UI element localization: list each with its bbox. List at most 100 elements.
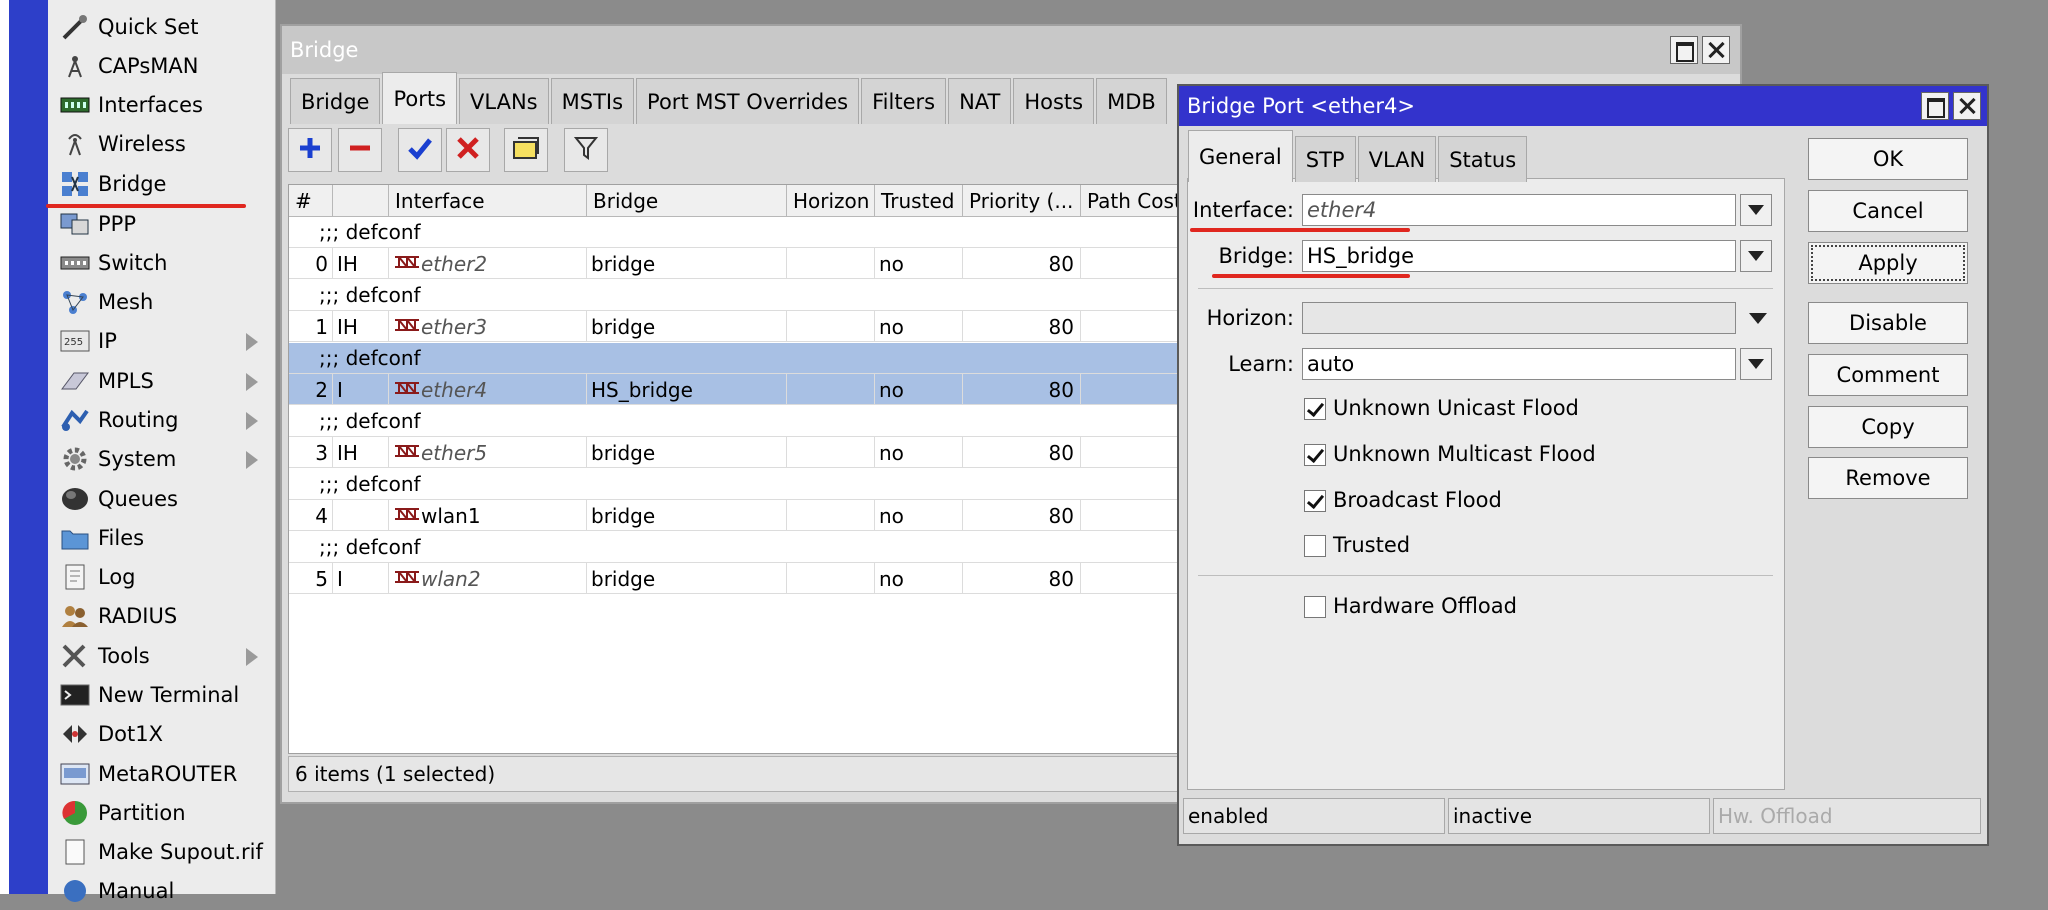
sidebar-item-new-terminal[interactable]: New Terminal (52, 676, 272, 714)
bridge-port-icon (393, 378, 421, 402)
tab-general[interactable]: General (1188, 130, 1293, 182)
broadcast-flood-checkbox[interactable] (1304, 490, 1326, 512)
trusted-checkbox[interactable] (1304, 535, 1326, 557)
comment-row[interactable]: ;;; defconf (289, 469, 1297, 500)
ok-button[interactable]: OK (1808, 138, 1968, 180)
sidebar-item-log[interactable]: Log (52, 558, 272, 596)
unknown-unicast-flood-checkbox[interactable] (1304, 398, 1326, 420)
sidebar-item-label: IP (98, 329, 117, 353)
table-row[interactable]: 4 wlan1 bridge no 80 (289, 500, 1297, 531)
antenna-icon (58, 51, 92, 81)
remove-button[interactable]: Remove (1808, 457, 1968, 499)
maximize-button[interactable] (1670, 36, 1698, 64)
switch-icon (58, 248, 92, 278)
sidebar-item-ip[interactable]: 255 IP (52, 322, 272, 360)
dialog-titlebar[interactable]: Bridge Port <ether4> (1179, 86, 1987, 126)
hardware-offload-checkbox[interactable] (1304, 596, 1326, 618)
close-button[interactable] (1702, 36, 1730, 64)
tab-ports[interactable]: Ports (382, 72, 458, 124)
tab-port-mst-overrides[interactable]: Port MST Overrides (636, 78, 860, 124)
sidebar-item-mesh[interactable]: Mesh (52, 283, 272, 321)
comment-button[interactable] (504, 128, 548, 172)
bridge-field[interactable]: HS_bridge (1302, 240, 1736, 272)
tab-bridge[interactable]: Bridge (290, 78, 381, 124)
disable-button[interactable] (446, 128, 490, 172)
cancel-button[interactable]: Cancel (1808, 190, 1968, 232)
comment-row[interactable]: ;;; defconf (289, 343, 1297, 374)
tab-status[interactable]: Status (1438, 136, 1528, 182)
table-row[interactable]: 3 IH ether5 bridge no 80 (289, 437, 1297, 468)
table-row[interactable]: 1 IH ether3 bridge no 80 (289, 311, 1297, 342)
tab-hosts[interactable]: Hosts (1013, 78, 1095, 124)
checkbox-label: Hardware Offload (1333, 594, 1517, 618)
sidebar-item-routing[interactable]: Routing (52, 401, 272, 439)
interface-field[interactable]: ether4 (1302, 194, 1736, 226)
unknown-multicast-flood-checkbox[interactable] (1304, 444, 1326, 466)
sidebar-item-radius[interactable]: RADIUS (52, 597, 272, 635)
tab-nat[interactable]: NAT (948, 78, 1012, 124)
column-header-number[interactable]: # (289, 185, 333, 217)
sidebar-item-make-supout[interactable]: Make Supout.rif (52, 833, 272, 871)
sidebar-item-switch[interactable]: Switch (52, 244, 272, 282)
tab-mstis[interactable]: MSTIs (550, 78, 635, 124)
sidebar-item-label: Make Supout.rif (98, 840, 263, 864)
table-status: 6 items (1 selected) (288, 756, 1298, 792)
enable-button[interactable] (398, 128, 442, 172)
column-header-horizon[interactable]: Horizon (787, 185, 875, 217)
sidebar-item-capsman[interactable]: CAPsMAN (52, 47, 272, 85)
tab-filters[interactable]: Filters (861, 78, 947, 124)
horizon-dropdown-icon[interactable] (1742, 302, 1774, 334)
sidebar-item-files[interactable]: Files (52, 519, 272, 557)
comment-row[interactable]: ;;; defconf (289, 280, 1297, 311)
interface-dropdown-button[interactable] (1740, 194, 1772, 226)
bridge-dropdown-button[interactable] (1740, 240, 1772, 272)
learn-field[interactable]: auto (1302, 348, 1736, 380)
apply-button[interactable]: Apply (1808, 242, 1968, 284)
sidebar-item-mpls[interactable]: MPLS (52, 362, 272, 400)
sidebar-item-manual[interactable]: Manual (52, 872, 272, 910)
column-header-flags[interactable] (333, 185, 389, 217)
minus-icon (347, 135, 373, 166)
tab-vlans[interactable]: VLANs (459, 78, 549, 124)
column-header-trusted[interactable]: Trusted (875, 185, 963, 217)
comment-row[interactable]: ;;; defconf (289, 406, 1297, 437)
add-button[interactable] (288, 128, 332, 172)
annotation-underline (1190, 228, 1410, 232)
comment-row[interactable]: ;;; defconf (289, 532, 1297, 563)
gear-icon (58, 444, 92, 474)
tab-vlan[interactable]: VLAN (1357, 136, 1437, 182)
filter-button[interactable] (564, 128, 608, 172)
sidebar-item-ppp[interactable]: PPP (52, 205, 272, 243)
disable-button[interactable]: Disable (1808, 302, 1968, 344)
sidebar-item-queues[interactable]: Queues (52, 480, 272, 518)
tab-mdb[interactable]: MDB (1096, 78, 1167, 124)
horizon-field[interactable] (1302, 302, 1736, 334)
sidebar-item-label: Partition (98, 801, 186, 825)
learn-dropdown-button[interactable] (1740, 348, 1772, 380)
remove-button[interactable] (338, 128, 382, 172)
table-row[interactable]: 5 I wlan2 bridge no 80 (289, 563, 1297, 594)
table-row-selected[interactable]: 2 I ether4 HS_bridge no 80 (289, 374, 1297, 405)
table-row[interactable]: 0 IH ether2 bridge no 80 (289, 248, 1297, 279)
sidebar-item-quick-set[interactable]: Quick Set (52, 8, 272, 46)
column-header-interface[interactable]: Interface (389, 185, 587, 217)
sidebar-item-tools[interactable]: Tools (52, 637, 272, 675)
sidebar-item-wireless[interactable]: Wireless (52, 125, 272, 163)
document-icon (58, 837, 92, 867)
column-header-bridge[interactable]: Bridge (587, 185, 787, 217)
sidebar-item-dot1x[interactable]: Dot1X (52, 715, 272, 753)
sidebar-item-interfaces[interactable]: Interfaces (52, 86, 272, 124)
copy-button[interactable]: Copy (1808, 406, 1968, 448)
sidebar-item-system[interactable]: System (52, 440, 272, 478)
comment-row[interactable]: ;;; defconf (289, 217, 1297, 248)
bridge-window-titlebar[interactable]: Bridge (282, 26, 1740, 74)
comment-button[interactable]: Comment (1808, 354, 1968, 396)
ip-icon: 255 (58, 326, 92, 356)
maximize-button[interactable] (1921, 92, 1949, 120)
sidebar-item-bridge[interactable]: Bridge (52, 165, 272, 203)
column-header-priority[interactable]: Priority (... (963, 185, 1081, 217)
tab-stp[interactable]: STP (1294, 136, 1356, 182)
sidebar-item-metarouter[interactable]: MetaROUTER (52, 755, 272, 793)
sidebar-item-partition[interactable]: Partition (52, 794, 272, 832)
close-button[interactable] (1953, 92, 1981, 120)
